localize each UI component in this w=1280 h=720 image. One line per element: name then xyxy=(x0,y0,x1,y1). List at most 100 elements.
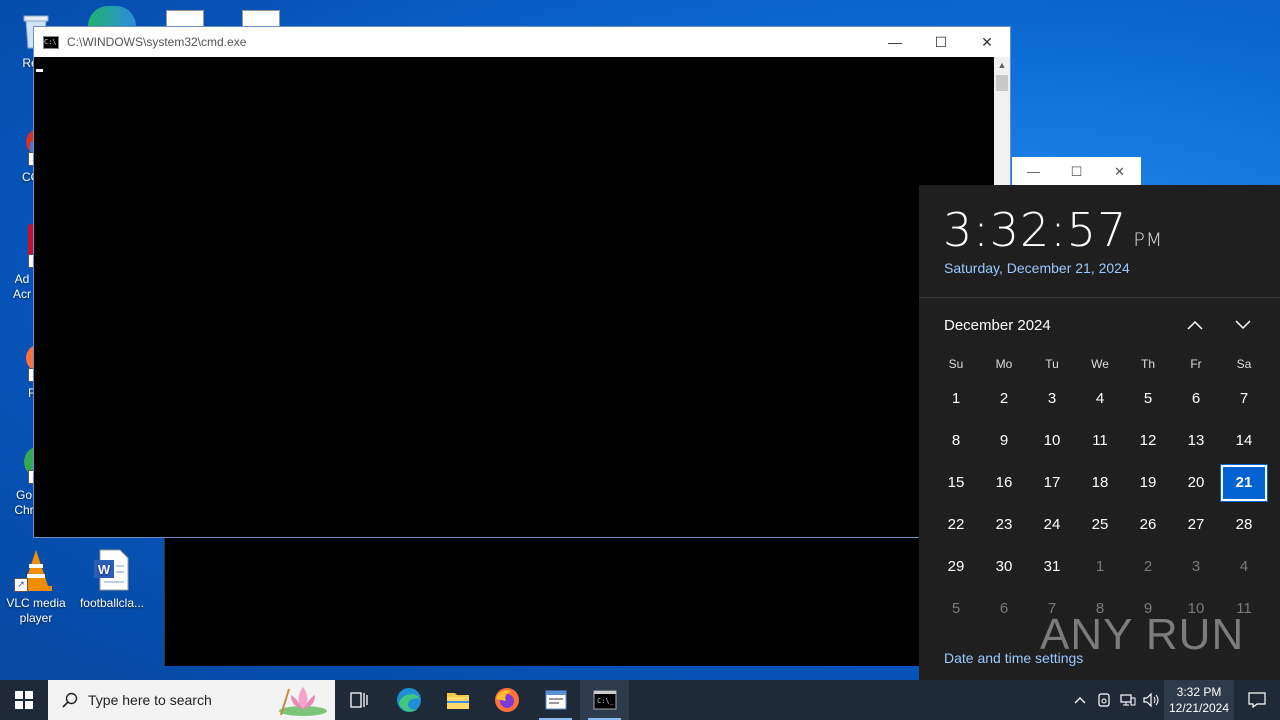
desktop-icon-label: Ad Acr xyxy=(13,272,31,301)
calendar-day[interactable]: 6 xyxy=(1172,380,1220,418)
start-button[interactable] xyxy=(0,680,48,720)
speaker-icon xyxy=(1143,693,1159,707)
action-center-button[interactable] xyxy=(1234,680,1280,720)
calendar-day[interactable]: 9 xyxy=(980,422,1028,460)
taskbar-search-box[interactable]: Type here to search xyxy=(48,680,335,720)
maximize-button[interactable]: ☐ xyxy=(918,27,964,57)
calendar-day[interactable]: 28 xyxy=(1220,506,1268,544)
weekday-header: Mo xyxy=(995,357,1013,371)
calendar-day[interactable]: 22 xyxy=(932,506,980,544)
calendar-day[interactable]: 25 xyxy=(1076,506,1124,544)
flyout-ampm: PM xyxy=(1133,229,1164,251)
clock-calendar-flyout: 3:32:57 PM Saturday, December 21, 2024 De… xyxy=(919,185,1280,680)
calendar-day[interactable]: 3 xyxy=(1172,548,1220,586)
flyout-time: 3:32:57 PM xyxy=(943,203,1163,257)
calendar-day[interactable]: 6 xyxy=(980,590,1028,628)
calendar-month-label[interactable]: December 2024 xyxy=(944,317,1051,334)
next-month-button[interactable] xyxy=(1230,313,1256,337)
calendar-day[interactable]: 13 xyxy=(1172,422,1220,460)
calendar-day-today[interactable]: 21 xyxy=(1220,464,1268,502)
command-prompt-icon: C:\_ xyxy=(593,690,616,710)
desktop-icon-label: VLC media player xyxy=(6,596,66,625)
close-button[interactable]: ✕ xyxy=(964,27,1010,57)
calendar-day[interactable]: 12 xyxy=(1124,422,1172,460)
calendar-day[interactable]: 19 xyxy=(1124,464,1172,502)
calendar-day[interactable]: 1 xyxy=(932,380,980,418)
search-placeholder: Type here to search xyxy=(88,692,212,708)
calendar-day[interactable]: 17 xyxy=(1028,464,1076,502)
calendar-day[interactable]: 14 xyxy=(1220,422,1268,460)
calendar-day[interactable]: 5 xyxy=(1124,380,1172,418)
desktop-icon-label: Go Chr xyxy=(14,488,34,517)
calendar-day[interactable]: 18 xyxy=(1076,464,1124,502)
calendar-day[interactable]: 4 xyxy=(1220,548,1268,586)
taskbar-file-explorer-button[interactable] xyxy=(433,680,482,720)
console-output-area[interactable] xyxy=(34,57,994,537)
calendar-week-row: 22 23 24 25 26 27 28 xyxy=(932,504,1268,546)
network-button[interactable] xyxy=(1116,680,1140,720)
folder-icon xyxy=(446,693,469,709)
window-title: C:\WINDOWS\system32\cmd.exe xyxy=(67,35,247,49)
calendar-day[interactable]: 24 xyxy=(1028,506,1076,544)
taskbar-cmd-button[interactable]: C:\_ xyxy=(580,680,629,720)
notification-icon xyxy=(1248,692,1266,708)
desktop: Recy ↗ CCl ↗ Ad Acr ↗ Fir ↗ Go Chr xyxy=(0,0,1280,680)
weekday-header: Sa xyxy=(1236,357,1252,371)
calendar-day[interactable]: 16 xyxy=(980,464,1028,502)
removable-device-icon xyxy=(1098,693,1110,707)
weekday-header: Tu xyxy=(1045,357,1059,371)
taskbar-clock-time: 3:32 PM xyxy=(1176,685,1222,699)
calendar-day[interactable]: 30 xyxy=(980,548,1028,586)
flyout-long-date[interactable]: Saturday, December 21, 2024 xyxy=(944,260,1130,276)
tray-device-icon[interactable] xyxy=(1092,680,1116,720)
calendar-day[interactable]: 7 xyxy=(1220,380,1268,418)
calendar-day[interactable]: 1 xyxy=(1076,548,1124,586)
calendar-week-row: 29 30 31 1 2 3 4 xyxy=(932,546,1268,588)
edge-desktop-icon[interactable] xyxy=(88,6,136,26)
calendar-day[interactable]: 27 xyxy=(1172,506,1220,544)
weekday-header: Su xyxy=(948,357,964,371)
text-cursor xyxy=(36,69,43,72)
chevron-up-icon xyxy=(1074,697,1086,704)
desktop-icon-vlc[interactable]: ↗ VLC media player xyxy=(0,548,72,626)
calendar-day[interactable]: 20 xyxy=(1172,464,1220,502)
calendar-day[interactable]: 11 xyxy=(1076,422,1124,460)
scroll-up-arrow-icon[interactable]: ▲ xyxy=(994,57,1010,73)
taskbar-firefox-button[interactable] xyxy=(482,680,531,720)
maximize-button[interactable]: ☐ xyxy=(1055,157,1098,186)
calendar-day[interactable]: 31 xyxy=(1028,548,1076,586)
taskbar-edge-button[interactable] xyxy=(384,680,433,720)
calendar-day[interactable]: 2 xyxy=(980,380,1028,418)
edge-icon xyxy=(396,688,421,712)
minimize-button[interactable]: — xyxy=(872,27,918,57)
calendar-day[interactable]: 29 xyxy=(932,548,980,586)
background-console-window[interactable] xyxy=(164,538,925,666)
calendar-day[interactable]: 4 xyxy=(1076,380,1124,418)
calendar-day[interactable]: 23 xyxy=(980,506,1028,544)
divider xyxy=(919,297,1280,298)
minimize-button[interactable]: — xyxy=(1012,157,1055,186)
calendar-week-row: 15 16 17 18 19 20 21 xyxy=(932,462,1268,504)
calendar-day[interactable]: 26 xyxy=(1124,506,1172,544)
calendar-day[interactable]: 15 xyxy=(932,464,980,502)
taskbar-app-window-button[interactable] xyxy=(531,680,580,720)
calendar-weeks: 1 2 3 4 5 6 7 8 9 10 11 12 13 14 15 16 17 18 19 20 21 22 23 24 2… xyxy=(932,378,1268,630)
task-view-button[interactable] xyxy=(335,680,384,720)
calendar-day[interactable]: 10 xyxy=(1028,422,1076,460)
close-button[interactable]: ✕ xyxy=(1098,157,1141,186)
cmd-titlebar[interactable]: C:\ C:\WINDOWS\system32\cmd.exe — ☐ ✕ xyxy=(34,27,1010,57)
calendar-day[interactable]: 3 xyxy=(1028,380,1076,418)
volume-button[interactable] xyxy=(1140,680,1164,720)
taskbar-clock[interactable]: 3:32 PM 12/21/2024 xyxy=(1164,680,1234,720)
cmd-window[interactable]: C:\ C:\WINDOWS\system32\cmd.exe — ☐ ✕ ▲ xyxy=(33,26,1011,538)
calendar-day[interactable]: 5 xyxy=(932,590,980,628)
search-icon xyxy=(62,692,78,708)
show-hidden-icons-button[interactable] xyxy=(1068,680,1092,720)
svg-text:C:\_: C:\_ xyxy=(597,697,615,705)
calendar-week-row: 1234567 xyxy=(932,378,1268,420)
scrollbar-thumb[interactable] xyxy=(996,75,1008,91)
calendar-day[interactable]: 8 xyxy=(932,422,980,460)
previous-month-button[interactable] xyxy=(1182,313,1208,337)
system-tray: 3:32 PM 12/21/2024 xyxy=(1068,680,1280,720)
calendar-day[interactable]: 2 xyxy=(1124,548,1172,586)
